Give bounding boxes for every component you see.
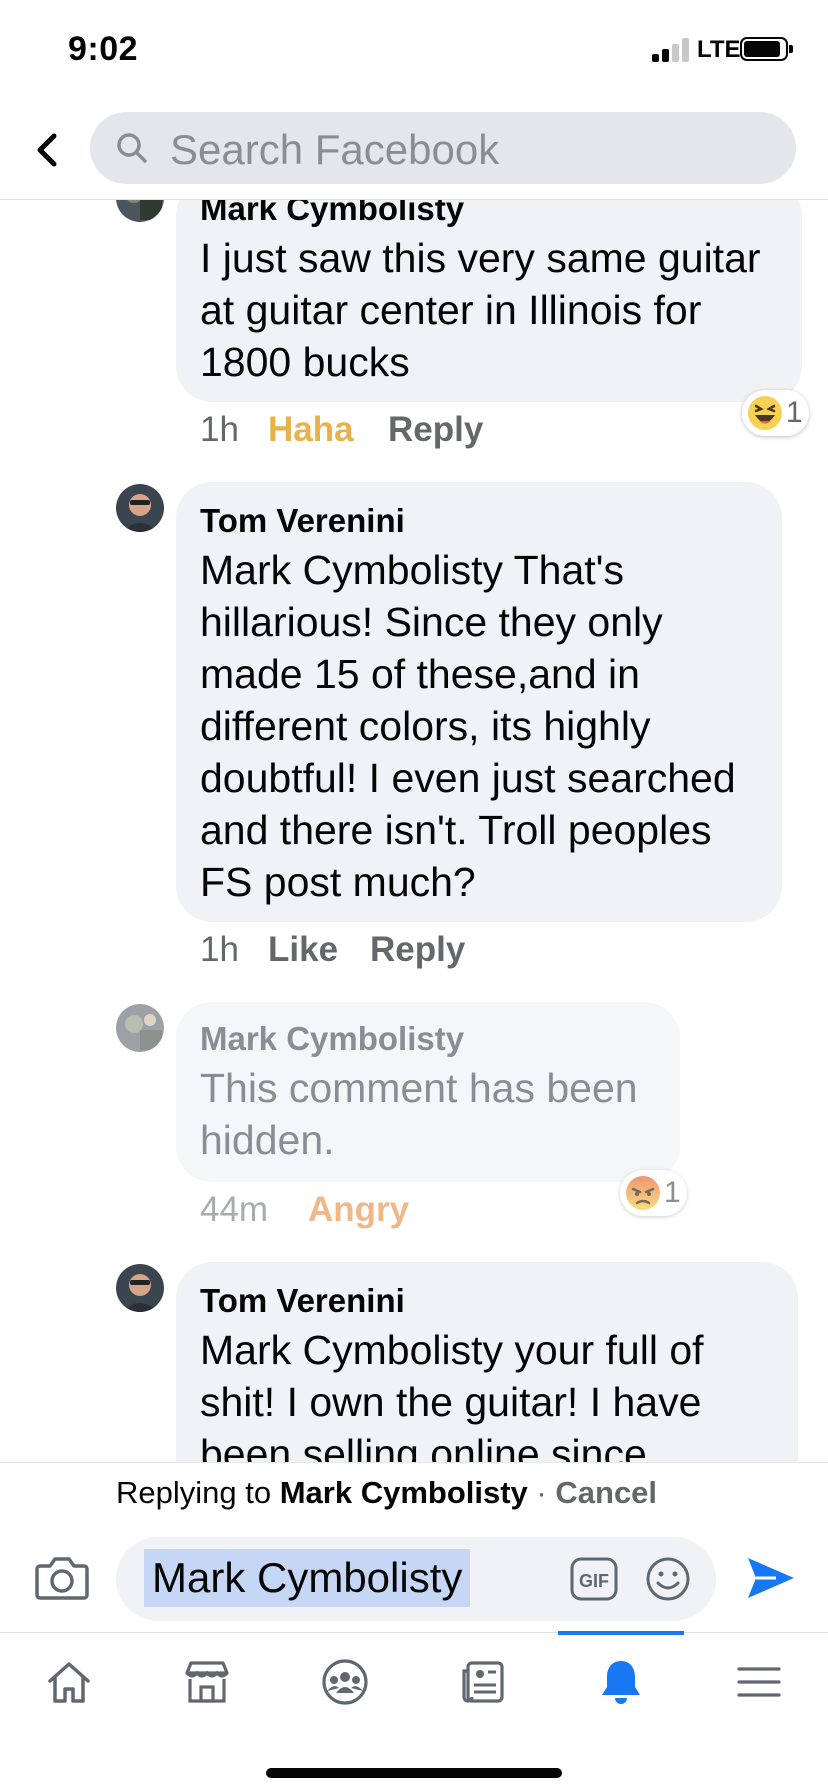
reaction-badge[interactable]: 1 [620,1170,687,1216]
camera-button[interactable] [34,1552,90,1602]
reply-button[interactable]: Reply [370,930,465,970]
home-icon [48,1662,90,1703]
comment-text: This comment has been hidden. [200,1065,638,1163]
search-input[interactable]: Search Facebook [90,112,796,184]
menu-icon [737,1667,781,1697]
tab-home[interactable] [0,1633,138,1733]
network-label: LTE [697,36,741,63]
notifications-icon [602,1661,640,1704]
comment-author[interactable]: Tom Verenini [200,1282,774,1320]
comment-composer: Mark Cymbolisty GIF [0,1522,828,1632]
replying-to-label: Replying to [116,1475,272,1510]
status-bar: 9:02 LTE [0,0,828,100]
back-arrow-icon [37,133,57,167]
tab-notifications[interactable] [552,1633,690,1733]
search-placeholder: Search Facebook [170,126,500,173]
angry-icon [626,1176,660,1210]
tab-marketplace[interactable] [138,1633,276,1733]
tab-news[interactable] [414,1633,552,1733]
gif-label: GIF [579,1571,609,1591]
reaction-count: 1 [786,396,803,429]
comment-input[interactable]: Mark Cymbolisty GIF [116,1537,716,1621]
avatar[interactable] [116,1004,164,1052]
cancel-reply-button[interactable]: Cancel [555,1475,657,1510]
tab-menu[interactable] [690,1633,828,1733]
avatar[interactable] [116,484,164,532]
send-icon [748,1558,794,1598]
replying-to-name: Mark Cymbolisty [279,1475,528,1510]
reaction-count: 1 [664,1176,681,1209]
gif-icon: GIF [570,1557,618,1601]
angry-reaction-button[interactable]: Angry [308,1190,409,1230]
status-time: 9:02 [68,30,139,68]
tab-groups[interactable] [276,1633,414,1733]
separator: · [536,1475,547,1510]
reaction-badge[interactable]: 1 [742,390,809,436]
signal-icon [652,36,692,62]
emoji-button[interactable] [644,1555,692,1603]
like-button[interactable]: Like [268,930,338,970]
comment-bubble[interactable]: Tom Verenini Mark Cymbolisty your full o… [176,1262,798,1462]
comment-author[interactable]: Tom Verenini [200,502,758,540]
battery-icon [740,37,793,61]
comment-author[interactable]: Mark Cymbolisty [200,1020,656,1058]
comment-text: Mark Cymbolisty That's hillarious! Since… [200,547,736,905]
search-header: Search Facebook [0,100,828,200]
comment-author[interactable]: Mark Cymbolisty [200,200,778,228]
haha-reaction-button[interactable]: Haha [268,410,354,450]
hidden-comment-bubble[interactable]: Mark Cymbolisty This comment has been hi… [176,1002,680,1182]
groups-icon [322,1659,368,1705]
comment-time: 1h [200,410,239,449]
back-button[interactable] [30,120,66,180]
avatar[interactable] [116,1264,164,1312]
search-icon [117,133,147,163]
comment-input-value[interactable]: Mark Cymbolisty [144,1549,471,1607]
marketplace-icon [185,1661,229,1703]
replying-to-bar: Replying to Mark Cymbolisty · Cancel [0,1462,828,1522]
comment-bubble[interactable]: Mark Cymbolisty I just saw this very sam… [176,200,802,402]
comment-time: 44m [200,1190,269,1229]
home-indicator[interactable] [266,1768,562,1778]
gif-button[interactable]: GIF [570,1557,618,1601]
avatar[interactable] [116,200,164,222]
reply-button[interactable]: Reply [388,410,483,450]
camera-icon [35,1557,89,1600]
news-icon [462,1661,504,1703]
comment-time: 1h [200,930,239,969]
comments-feed[interactable]: Mark Cymbolisty I just saw this very sam… [0,200,828,1462]
comment-text: I just saw this very same guitar at guit… [200,235,761,385]
comment-text: Mark Cymbolisty your full of shit! I own… [200,1327,704,1462]
comment-bubble[interactable]: Tom Verenini Mark Cymbolisty That's hill… [176,482,782,922]
haha-icon [748,396,782,430]
emoji-icon [646,1557,690,1601]
send-button[interactable] [746,1554,796,1602]
